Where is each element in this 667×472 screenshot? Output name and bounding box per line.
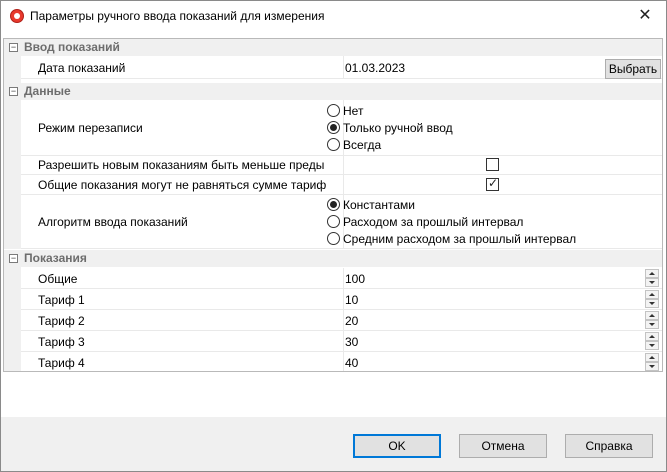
row-reading-total: Общие 100 [21,268,662,289]
date-value[interactable]: 01.03.2023 [345,61,405,75]
radio-label: Нет [343,104,364,118]
spinner[interactable] [645,353,659,371]
checkmark-icon: ✓ [488,176,499,190]
radio-algorithm-constant[interactable] [327,198,340,211]
radio-overwrite-manual[interactable] [327,121,340,134]
column-divider [343,331,344,351]
spin-down-icon[interactable] [645,362,659,371]
spinner[interactable] [645,311,659,330]
column-divider [343,289,344,309]
reading-label: Тариф 2 [38,314,85,328]
row-allow-less: Разрешить новым показаниям быть меньше п… [21,156,662,175]
spin-up-icon[interactable] [645,353,659,362]
spinner[interactable] [645,269,659,288]
radio-algorithm-average[interactable] [327,232,340,245]
reading-value[interactable]: 40 [345,356,358,370]
category-label: Ввод показаний [24,40,120,54]
overwrite-mode-label: Режим перезаписи [38,121,143,135]
collapse-icon[interactable]: − [9,87,18,96]
gutter [4,100,21,249]
radio-overwrite-always[interactable] [327,138,340,151]
category-input: − Ввод показаний [4,39,662,56]
category-data: − Данные [4,83,662,100]
radio-label: Расходом за прошлый интервал [343,215,524,229]
spin-up-icon[interactable] [645,290,659,299]
column-divider [343,310,344,330]
cancel-button[interactable]: Отмена [459,434,547,458]
spin-down-icon[interactable] [645,278,659,287]
reading-label: Тариф 1 [38,293,85,307]
spin-down-icon[interactable] [645,320,659,329]
collapse-icon[interactable]: − [9,43,18,52]
algorithm-label: Алгоритм ввода показаний [38,215,188,229]
allow-less-label: Разрешить новым показаниям быть меньше п… [38,158,325,172]
spin-down-icon[interactable] [645,299,659,308]
property-grid: − Ввод показаний Дата показаний 01.03.20… [3,38,663,372]
radio-label: Средним расходом за прошлый интервал [343,232,577,246]
column-divider [343,352,344,371]
radio-label: Только ручной ввод [343,121,453,135]
close-icon[interactable]: ✕ [636,7,654,25]
pick-date-button[interactable]: Выбрать [605,59,661,79]
reading-value[interactable]: 30 [345,335,358,349]
total-mismatch-label: Общие показания могут не равняться сумме… [38,178,327,192]
row-reading-tariff-3: Тариф 3 30 [21,331,662,352]
reading-label: Общие [38,272,78,286]
row-reading-tariff-1: Тариф 1 10 [21,289,662,310]
dialog-footer: OK Отмена Справка [1,417,666,471]
radio-overwrite-none[interactable] [327,104,340,117]
radio-label: Константами [343,198,415,212]
collapse-icon[interactable]: − [9,254,18,263]
spin-down-icon[interactable] [645,341,659,350]
column-divider [343,175,344,194]
reading-value[interactable]: 10 [345,293,358,307]
row-algorithm: Алгоритм ввода показаний Константами Рас… [21,195,662,249]
date-label: Дата показаний [38,61,126,75]
spin-up-icon[interactable] [645,269,659,278]
help-button[interactable]: Справка [565,434,653,458]
reading-value[interactable]: 20 [345,314,358,328]
column-divider [343,268,344,288]
row-date[interactable]: Дата показаний 01.03.2023 [21,56,662,79]
ok-button[interactable]: OK [353,434,441,458]
title-bar: Параметры ручного ввода показаний для из… [1,1,666,32]
radio-algorithm-last-interval[interactable] [327,215,340,228]
spinner[interactable] [645,332,659,351]
gutter [4,267,21,371]
spin-up-icon[interactable] [645,311,659,320]
window-title: Параметры ручного ввода показаний для из… [30,9,325,23]
row-overwrite-mode: Режим перезаписи Нет Только ручной ввод … [21,100,662,156]
allow-less-checkbox[interactable] [486,158,499,171]
radio-label: Всегда [343,138,382,152]
category-label: Данные [24,84,71,98]
column-divider [343,56,344,78]
category-label: Показания [24,251,87,265]
app-icon [10,9,24,23]
total-mismatch-checkbox[interactable]: ✓ [486,176,499,191]
row-reading-tariff-4: Тариф 4 40 [21,352,662,371]
spin-up-icon[interactable] [645,332,659,341]
column-divider [343,156,344,174]
row-reading-tariff-2: Тариф 2 20 [21,310,662,331]
reading-label: Тариф 3 [38,335,85,349]
reading-label: Тариф 4 [38,356,85,370]
spinner[interactable] [645,290,659,309]
dialog-window: Параметры ручного ввода показаний для из… [0,0,667,472]
category-readings: − Показания [4,250,662,267]
row-total-mismatch: Общие показания могут не равняться сумме… [21,175,662,195]
reading-value[interactable]: 100 [345,272,365,286]
